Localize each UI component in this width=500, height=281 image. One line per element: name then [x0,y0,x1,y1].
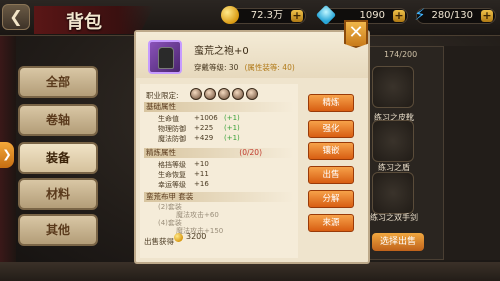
stat-row: 生命值 +1006 (+1) [158,114,240,123]
sell-label: 出售获得 [144,237,174,246]
add-energy-button[interactable]: + [481,10,493,22]
robe-icon [148,40,182,74]
inventory-slot[interactable] [372,66,414,108]
inventory-slot[interactable] [372,120,414,162]
gem-value: 1090 [359,10,385,21]
item-name: 蛮荒之袍+0 [194,46,249,57]
gold-coin-icon [221,6,239,24]
tab-equipment[interactable]: 装备 [18,142,98,174]
inventory-item-label: 练习之双手剑 [370,213,418,222]
refine-stats-header: 精炼属性 (0/20) [144,148,294,158]
expand-arrow-icon[interactable]: ❯ [0,142,14,168]
gold-counter: 72.3万 + [221,6,306,24]
gold-value: 72.3万 [250,10,283,21]
back-arrow-icon[interactable]: ❮ [2,4,30,30]
inventory-scroll-area [444,46,500,260]
energy-counter: ⚡ 280/130 + [414,6,496,24]
set-header: 蛮荒布甲 套装 [144,192,294,202]
dismantle-button[interactable]: 分解 [308,190,354,208]
base-stats-header: 基础属性 [144,102,294,112]
tab-scrolls[interactable]: 卷轴 [18,104,98,136]
wear-level: 穿戴等级: 30 [194,63,239,72]
stat-row: 幸运等级 +16 [158,180,209,189]
class-avatar-icon [218,88,230,100]
sell-button[interactable]: 出售 [308,166,354,184]
bottom-frame [0,262,500,281]
class-avatar-icon [246,88,258,100]
close-icon[interactable]: ✕ [344,20,368,48]
source-button[interactable]: 来源 [308,214,354,232]
attr-level-note: (属性装等: 40) [244,63,295,72]
gold-coin-icon [174,233,183,242]
add-gem-button[interactable]: + [393,10,405,22]
class-avatar-icon [190,88,202,100]
page-title: 背包 [66,12,102,33]
tab-materials[interactable]: 材料 [18,178,98,210]
stat-row: 魔法防御 +429 (+1) [158,134,240,143]
energy-value: 280/130 [431,10,473,21]
item-detail-popup: 蛮荒之袍+0 穿戴等级: 30 (属性装等: 40) 职业限定: 基础属性 生命值… [134,30,370,264]
lightning-icon: ⚡ [414,5,426,24]
stat-row: 格挡等级 +10 [158,160,209,169]
item-level: 穿戴等级: 30 (属性装等: 40) [194,62,295,73]
stat-row: 物理防御 +225 (+1) [158,124,240,133]
refine-count: (0/20) [239,148,262,157]
tab-other[interactable]: 其他 [18,214,98,246]
class-avatar-icon [204,88,216,100]
sell-value: 3200 [186,232,207,241]
refine-button[interactable]: 精炼 [308,94,354,112]
select-sell-button[interactable]: 选择出售 [372,233,424,251]
inventory-slot[interactable] [372,172,414,214]
add-gold-button[interactable]: + [291,10,303,22]
enhance-button[interactable]: 强化 [308,120,354,138]
class-avatar-icon [232,88,244,100]
inventory-count: 174/200 [384,50,418,59]
inlay-button[interactable]: 镶嵌 [308,142,354,160]
tab-all[interactable]: 全部 [18,66,98,98]
stat-row: 生命恢复 +11 [158,170,209,179]
set-line: 魔法攻击+60 [176,211,219,219]
